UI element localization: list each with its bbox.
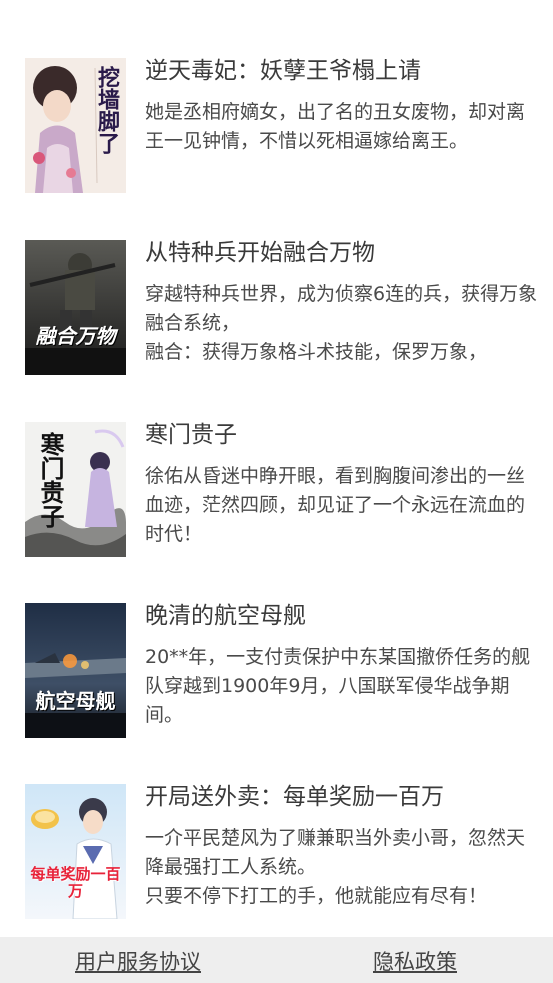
description-line: 她是丞相府嫡女，出了名的丑女废物，却对离王一见钟情，不惜以死相逼嫁给离王。: [145, 101, 526, 152]
book-title[interactable]: 逆天毒妃：妖孽王爷榻上请: [145, 56, 545, 86]
cover-title: 航空母舰: [35, 689, 116, 713]
description-line: 只要不停下打工的手，他就能应有尽有！: [145, 885, 488, 907]
book-description: 徐佑从昏迷中睁开眼，看到胸腹间渗出的一丝血迹，茫然四顾，却见证了一个永远在流血的…: [145, 462, 540, 552]
cover-title: 挖墙脚了: [94, 66, 120, 154]
description-line: 融合：获得万象格斗术技能，保罗万象，: [145, 341, 488, 363]
cover-title: 融合万物: [35, 324, 116, 348]
cover-image: [25, 240, 126, 375]
book-cover[interactable]: 挖墙脚了: [25, 58, 126, 193]
book-title[interactable]: 开局送外卖：每单奖励一百万: [145, 782, 545, 812]
book-description: 穿越特种兵世界，成为侦察6连的兵，获得万象融合系统， 融合：获得万象格斗术技能，…: [145, 280, 540, 370]
book-cover[interactable]: 融合万物: [25, 240, 126, 375]
book-description: 她是丞相府嫡女，出了名的丑女废物，却对离王一见钟情，不惜以死相逼嫁给离王。: [145, 98, 540, 188]
list-item[interactable]: 融合万物 从特种兵开始融合万物 穿越特种兵世界，成为侦察6连的兵，获得万象融合系…: [0, 240, 553, 380]
book-cover[interactable]: 航空母舰: [25, 603, 126, 738]
list-item[interactable]: 每单奖励一百万 开局送外卖：每单奖励一百万 一介平民楚风为了赚兼职当外卖小哥，忽…: [0, 784, 553, 924]
book-cover[interactable]: 寒门贵子: [25, 422, 126, 557]
description-line: 徐佑从昏迷中睁开眼，看到胸腹间渗出的一丝血迹，茫然四顾，却见证了一个永远在流血的…: [145, 465, 526, 545]
list-item[interactable]: 寒门贵子 寒门贵子 徐佑从昏迷中睁开眼，看到胸腹间渗出的一丝血迹，茫然四顾，却见…: [0, 422, 553, 562]
terms-of-service-link[interactable]: 用户服务协议: [75, 946, 201, 976]
cover-image: [25, 603, 126, 738]
cover-title: 寒门贵子: [36, 432, 65, 528]
cover-title: 每单奖励一百万: [30, 865, 121, 900]
book-description: 一介平民楚风为了赚兼职当外卖小哥，忽然天降最强打工人系统。 只要不停下打工的手，…: [145, 824, 540, 914]
book-description: 20**年，一支付责保护中东某国撤侨任务的舰队穿越到1900年9月，八国联军侵华…: [145, 643, 540, 733]
description-line: 20**年，一支付责保护中东某国撤侨任务的舰队穿越到1900年9月，八国联军侵华…: [145, 646, 531, 726]
book-cover[interactable]: 每单奖励一百万: [25, 784, 126, 919]
book-title[interactable]: 寒门贵子: [145, 420, 545, 450]
footer-bar: 用户服务协议 隐私政策: [0, 937, 553, 983]
privacy-policy-link[interactable]: 隐私政策: [373, 946, 457, 976]
list-item[interactable]: 航空母舰 晚清的航空母舰 20**年，一支付责保护中东某国撤侨任务的舰队穿越到1…: [0, 603, 553, 743]
description-line: 一介平民楚风为了赚兼职当外卖小哥，忽然天降最强打工人系统。: [145, 827, 526, 878]
book-title[interactable]: 从特种兵开始融合万物: [145, 238, 545, 268]
list-item[interactable]: 挖墙脚了 逆天毒妃：妖孽王爷榻上请 她是丞相府嫡女，出了名的丑女废物，却对离王一…: [0, 58, 553, 198]
description-line: 穿越特种兵世界，成为侦察6连的兵，获得万象融合系统，: [145, 283, 538, 334]
book-title[interactable]: 晚清的航空母舰: [145, 601, 545, 631]
